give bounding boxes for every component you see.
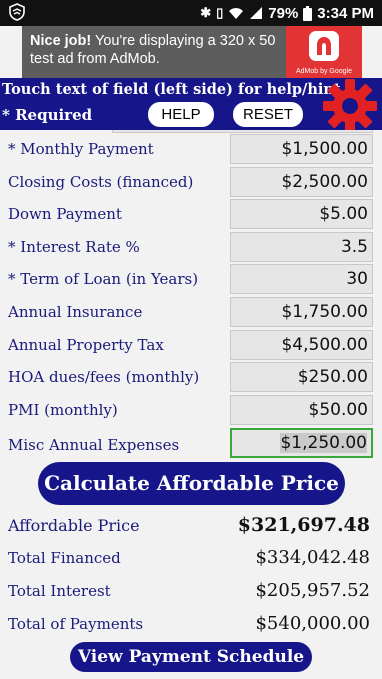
annual-insurance-value: $1,750.00 (281, 302, 368, 322)
status-bar: ✱ ▯ 79% 3:34 PM (0, 0, 382, 26)
total-payments-value: $540,000.00 (255, 613, 370, 634)
pmi-label[interactable]: PMI (monthly) (8, 401, 118, 419)
field-row-down-payment: Down Payment $5.00 (0, 199, 382, 231)
property-tax-value: $4,500.00 (281, 335, 368, 355)
bluetooth-icon: ✱ (200, 5, 212, 20)
misc-expenses-label[interactable]: Misc Annual Expenses (8, 436, 179, 454)
result-total-interest: Total Interest $205,957.52 (0, 578, 382, 608)
signal-icon (250, 7, 263, 19)
clock: 3:34 PM (317, 4, 374, 22)
hoa-fees-value: $250.00 (297, 367, 368, 387)
admob-logo-icon (309, 31, 339, 61)
property-tax-input[interactable]: $4,500.00 (230, 330, 373, 360)
down-payment-value: $5.00 (319, 204, 368, 224)
wifi-icon (229, 8, 244, 19)
interest-rate-label[interactable]: * Interest Rate % (8, 238, 140, 256)
monthly-payment-value: $1,500.00 (281, 139, 368, 159)
affordable-price-value: $321,697.48 (237, 514, 370, 536)
view-payment-schedule-button[interactable]: View Payment Schedule (70, 642, 312, 672)
total-financed-value: $334,042.48 (255, 547, 370, 568)
required-note: * Required (2, 106, 93, 124)
total-interest-label[interactable]: Total Interest (8, 582, 111, 600)
calculate-button[interactable]: Calculate Affordable Price (38, 462, 345, 505)
battery-percent: 79% (268, 4, 299, 22)
total-financed-label[interactable]: Total Financed (8, 549, 121, 567)
result-total-financed: Total Financed $334,042.48 (0, 545, 382, 575)
hoa-fees-label[interactable]: HOA dues/fees (monthly) (8, 368, 199, 386)
total-interest-value: $205,957.52 (255, 580, 370, 601)
ad-text: Nice job! You're displaying a 320 x 50 t… (30, 32, 300, 68)
interest-rate-input[interactable]: 3.5 (230, 232, 373, 262)
scrolled-field-edge (112, 130, 373, 133)
field-row-property-tax: Annual Property Tax $4,500.00 (0, 330, 382, 362)
monthly-payment-label[interactable]: * Monthly Payment (8, 140, 154, 158)
field-row-loan-term: * Term of Loan (in Years) 30 (0, 264, 382, 296)
field-row-hoa-fees: HOA dues/fees (monthly) $250.00 (0, 362, 382, 394)
field-row-interest-rate: * Interest Rate % 3.5 (0, 232, 382, 264)
gear-icon[interactable] (322, 78, 378, 134)
annual-insurance-input[interactable]: $1,750.00 (230, 297, 373, 327)
misc-expenses-input[interactable]: $1,250.00 (230, 428, 373, 458)
misc-expenses-value: $1,250.00 (280, 433, 367, 453)
result-affordable-price: Affordable Price $321,697.48 (0, 512, 382, 542)
ad-banner[interactable]: Nice job! You're displaying a 320 x 50 t… (22, 26, 362, 78)
property-tax-label[interactable]: Annual Property Tax (8, 336, 164, 354)
result-total-payments: Total of Payments $540,000.00 (0, 611, 382, 641)
admob-badge[interactable]: AdMob by Google (286, 26, 362, 78)
loan-term-value: 30 (346, 269, 368, 289)
loan-term-input[interactable]: 30 (230, 264, 373, 294)
closing-costs-label[interactable]: Closing Costs (financed) (8, 173, 193, 191)
interest-rate-value: 3.5 (340, 237, 368, 257)
pmi-input[interactable]: $50.00 (230, 395, 373, 425)
field-row-annual-insurance: Annual Insurance $1,750.00 (0, 297, 382, 329)
field-row-monthly-payment: * Monthly Payment $1,500.00 (0, 134, 382, 166)
annual-insurance-label[interactable]: Annual Insurance (8, 303, 142, 321)
field-row-pmi: PMI (monthly) $50.00 (0, 395, 382, 427)
down-payment-input[interactable]: $5.00 (230, 199, 373, 229)
total-payments-label[interactable]: Total of Payments (8, 615, 143, 633)
reset-button[interactable]: RESET (233, 102, 303, 127)
pmi-value: $50.00 (308, 400, 368, 420)
help-hint: Touch text of field (left side) for help… (2, 81, 341, 98)
help-button[interactable]: HELP (148, 102, 214, 127)
down-payment-label[interactable]: Down Payment (8, 205, 122, 223)
hoa-fees-input[interactable]: $250.00 (230, 362, 373, 392)
battery-icon (303, 5, 313, 21)
loan-term-label[interactable]: * Term of Loan (in Years) (8, 270, 198, 288)
closing-costs-input[interactable]: $2,500.00 (230, 167, 373, 197)
field-row-closing-costs: Closing Costs (financed) $2,500.00 (0, 167, 382, 199)
monthly-payment-input[interactable]: $1,500.00 (230, 134, 373, 164)
vibrate-icon: ▯ (216, 5, 224, 20)
closing-costs-value: $2,500.00 (281, 172, 368, 192)
shield-icon (9, 3, 25, 21)
ad-headline: Nice job! (30, 33, 92, 49)
admob-brand: AdMob by Google (295, 68, 353, 75)
field-row-misc-expenses: Misc Annual Expenses $1,250.00 (0, 428, 382, 460)
affordable-price-label[interactable]: Affordable Price (8, 516, 140, 535)
